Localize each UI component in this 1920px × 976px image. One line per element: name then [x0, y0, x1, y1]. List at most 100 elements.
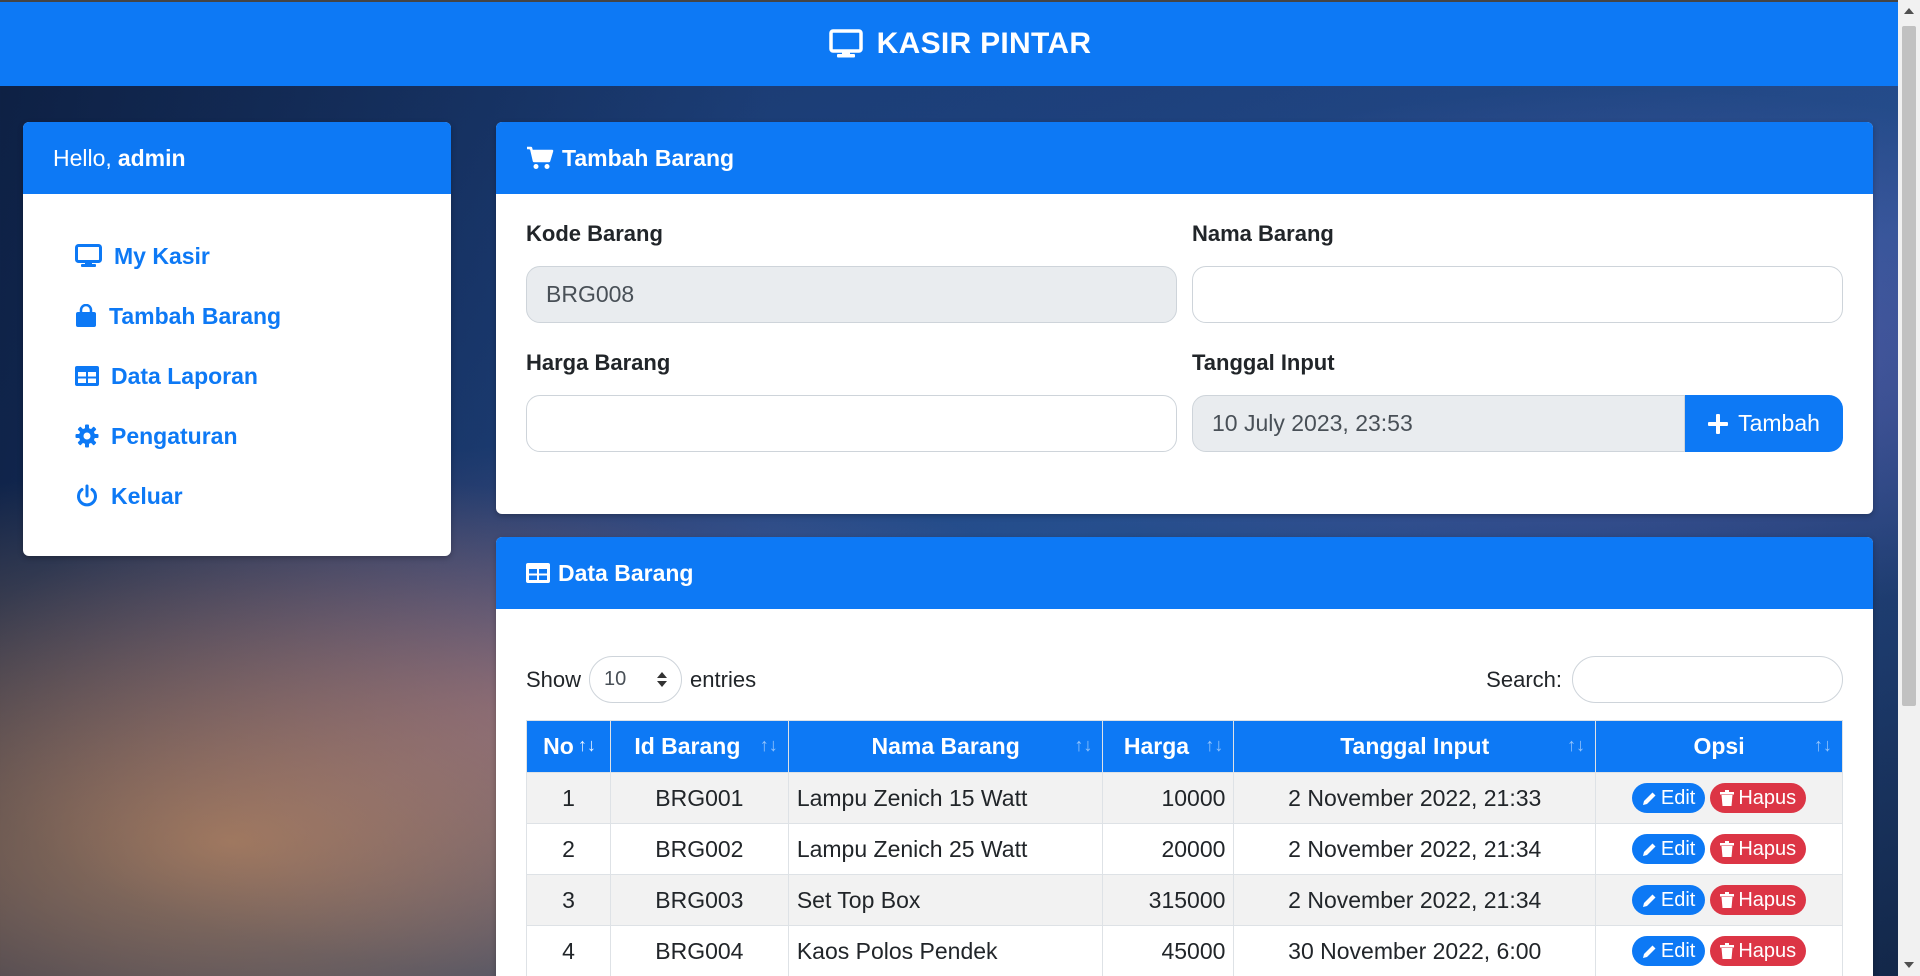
column-header-label: Nama Barang: [871, 733, 1020, 759]
column-header-opsi[interactable]: Opsi ↑↓: [1595, 720, 1843, 773]
cell-id-barang: BRG001: [609, 772, 789, 824]
pencil-icon: [1642, 894, 1656, 907]
edit-button-label: Edit: [1660, 837, 1696, 860]
cell-no: 2: [526, 823, 611, 875]
sidebar-item-my-kasir[interactable]: My Kasir: [75, 226, 451, 286]
pencil-icon: [1642, 843, 1656, 856]
edit-button-label: Edit: [1660, 939, 1696, 962]
monitor-icon: [828, 29, 863, 58]
greeting-text: Hello,: [53, 144, 112, 171]
table-header-row: No ↑↓ Id Barang ↑↓ Nama Barang ↑↓ Harga ↑↓ T…: [526, 720, 1843, 773]
table-row: 4 BRG004 Kaos Polos Pendek 45000 30 Nove…: [526, 925, 1843, 976]
harga-barang-label: Harga Barang: [526, 350, 671, 375]
edit-button-label: Edit: [1660, 888, 1696, 911]
sidebar-item-pengaturan[interactable]: Pengaturan: [75, 406, 451, 466]
shopping-bag-icon: [76, 304, 96, 327]
row-actions: Edit Hapus: [1604, 834, 1834, 864]
search-control: Search:: [1486, 656, 1843, 703]
sort-icon: ↑↓: [759, 735, 778, 755]
trash-icon: [1720, 892, 1735, 908]
cell-nama-barang: Kaos Polos Pendek: [787, 925, 1104, 976]
nama-barang-label: Nama Barang: [1192, 221, 1334, 246]
column-header-no[interactable]: No ↑↓: [526, 720, 611, 773]
sidebar-item-keluar[interactable]: Keluar: [75, 466, 451, 526]
edit-button[interactable]: Edit: [1631, 834, 1706, 864]
edit-button[interactable]: Edit: [1631, 936, 1706, 966]
sidebar-item-label: Data Laporan: [111, 362, 258, 389]
cell-nama-barang: Lampu Zenich 15 Watt: [787, 772, 1104, 824]
column-header-label: No: [543, 733, 574, 759]
kode-barang-input[interactable]: BRG008: [526, 266, 1177, 323]
cell-no: 4: [526, 925, 611, 976]
cell-harga: 315000: [1102, 874, 1235, 926]
table-card-header: Data Barang: [496, 537, 1873, 609]
entries-length-select[interactable]: 10: [589, 656, 683, 703]
cell-tanggal-input: 30 November 2022, 6:00: [1233, 925, 1597, 976]
cell-harga: 45000: [1102, 925, 1235, 976]
pencil-icon: [1642, 945, 1656, 958]
row-actions: Edit Hapus: [1604, 936, 1834, 966]
tambah-barang-card: Tambah Barang Kode Barang BRG008 Nama Ba…: [496, 122, 1873, 514]
gear-icon: [75, 424, 99, 448]
delete-button[interactable]: Hapus: [1710, 783, 1807, 813]
plus-icon: [1708, 413, 1729, 434]
sidebar-item-tambah-barang[interactable]: Tambah Barang: [75, 286, 451, 346]
delete-button[interactable]: Hapus: [1710, 834, 1807, 864]
sidebar-item-data-laporan[interactable]: Data Laporan: [75, 346, 451, 406]
edit-button[interactable]: Edit: [1631, 885, 1706, 915]
sidebar-menu: My Kasir Tambah Barang Data Laporan Peng…: [23, 194, 451, 526]
cell-no: 3: [526, 874, 611, 926]
column-header-label: Harga: [1123, 733, 1190, 759]
tambah-button-label: Tambah: [1738, 410, 1820, 436]
delete-button[interactable]: Hapus: [1710, 936, 1807, 966]
trash-icon: [1720, 943, 1735, 959]
table-row: 3 BRG003 Set Top Box 315000 2 November 2…: [526, 874, 1843, 926]
cell-tanggal-input: 2 November 2022, 21:34: [1233, 823, 1597, 875]
kode-barang-label: Kode Barang: [526, 221, 663, 246]
scrollbar[interactable]: [1898, 0, 1920, 976]
table-controls: Show 10 entries Search:: [496, 609, 1873, 720]
cell-no: 1: [526, 772, 611, 824]
column-header-harga[interactable]: Harga ↑↓: [1102, 720, 1235, 773]
cart-icon: [527, 146, 554, 169]
column-header-tanggal-input[interactable]: Tanggal Input ↑↓: [1233, 720, 1597, 773]
search-label: Search:: [1486, 666, 1562, 692]
sort-asc-icon: ↑↓: [578, 735, 596, 755]
nama-barang-input[interactable]: [1192, 266, 1843, 323]
cell-harga: 20000: [1102, 823, 1235, 875]
sidebar-header: Hello, admin: [23, 122, 451, 194]
trash-icon: [1720, 841, 1735, 857]
cell-id-barang: BRG004: [609, 925, 789, 976]
data-barang-card: Data Barang Show 10 entries Search: No ↑↓…: [496, 537, 1873, 976]
cell-id-barang: BRG002: [609, 823, 789, 875]
scroll-down-arrow[interactable]: [1904, 962, 1914, 968]
scrollbar-thumb[interactable]: [1902, 26, 1916, 706]
form-title: Tambah Barang: [562, 144, 735, 171]
column-header-label: Tanggal Input: [1340, 733, 1490, 759]
kode-barang-group: Kode Barang BRG008: [526, 221, 1177, 350]
tanggal-input-field[interactable]: 10 July 2023, 23:53: [1192, 395, 1685, 452]
delete-button-label: Hapus: [1738, 837, 1797, 860]
power-icon: [77, 484, 97, 507]
harga-barang-input[interactable]: [526, 395, 1177, 452]
sidebar-item-label: My Kasir: [114, 242, 210, 269]
entries-label: entries: [690, 666, 757, 692]
sort-icon: ↑↓: [1567, 735, 1586, 755]
edit-button[interactable]: Edit: [1631, 783, 1706, 813]
edit-button-label: Edit: [1660, 786, 1696, 809]
scroll-up-arrow[interactable]: [1904, 8, 1914, 14]
tambah-button[interactable]: Tambah: [1685, 395, 1843, 452]
select-caret-icon: [657, 672, 668, 687]
column-header-id-barang[interactable]: Id Barang ↑↓: [609, 720, 789, 773]
column-header-label: Opsi: [1693, 733, 1745, 759]
cell-tanggal-input: 2 November 2022, 21:34: [1233, 874, 1597, 926]
nama-barang-group: Nama Barang: [1192, 221, 1843, 350]
column-header-nama-barang[interactable]: Nama Barang ↑↓: [787, 720, 1104, 773]
table-title: Data Barang: [558, 559, 694, 586]
sidebar-item-label: Pengaturan: [111, 422, 238, 449]
delete-button[interactable]: Hapus: [1710, 885, 1807, 915]
search-input[interactable]: [1572, 656, 1843, 703]
sidebar-item-label: Tambah Barang: [109, 302, 282, 329]
column-header-label: Id Barang: [634, 733, 741, 759]
username: admin: [117, 144, 186, 171]
